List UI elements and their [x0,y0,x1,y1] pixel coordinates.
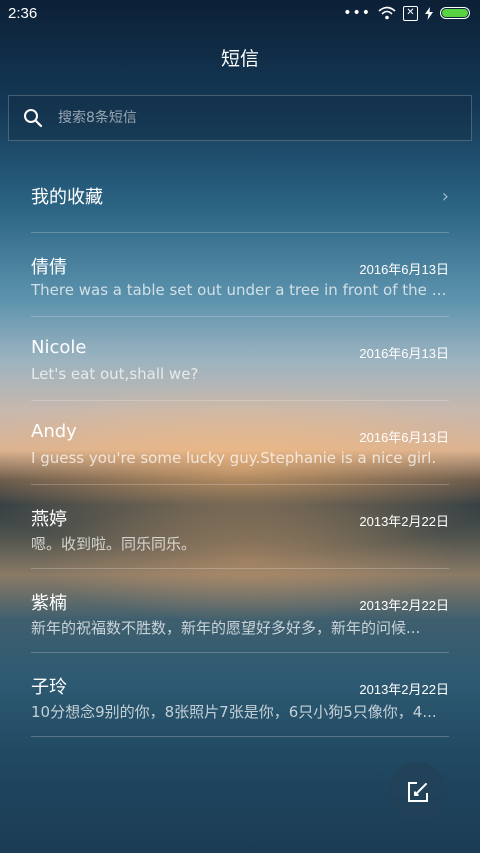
status-time: 2:36 [8,5,38,22]
thread-row[interactable]: 倩倩 2016年6月13日 There was a table set out … [31,233,449,317]
thread-name: Andy [31,421,77,442]
thread-row[interactable]: 燕婷 2013年2月22日 嗯。收到啦。同乐同乐。 [31,485,449,569]
thread-row[interactable]: 子玲 2013年2月22日 10分想念9别的你，8张照片7张是你，6只小狗5只像… [31,653,449,737]
thread-name: 燕婷 [31,509,67,530]
thread-date: 2016年6月13日 [359,346,449,361]
thread-date: 2013年2月22日 [359,514,449,529]
thread-name: Nicole [31,337,87,358]
thread-name: 倩倩 [31,257,67,278]
thread-name: 子玲 [31,677,67,698]
favorites-item[interactable]: 我的收藏 › [31,160,449,233]
thread-preview: Let's eat out,shall we? [31,365,199,383]
compose-icon [407,781,428,802]
thread-row[interactable]: Nicole 2016年6月13日 Let's eat out,shall we… [31,317,449,401]
search-icon [24,109,43,128]
favorites-label: 我的收藏 [31,187,103,208]
battery-fill [442,9,468,17]
search-bar[interactable] [8,95,472,141]
status-icons: ••• ✕ [343,5,470,21]
thread-row[interactable]: 紫楠 2013年2月22日 新年的祝福数不胜数，新年的愿望好多好多，新年的问候.… [31,569,449,653]
thread-preview: 10分想念9别的你，8张照片7张是你，6只小狗5只像你，4... [31,703,437,721]
thread-preview: There was a table set out under a tree i… [31,281,449,299]
thread-date: 2013年2月22日 [359,598,449,613]
thread-date: 2016年6月13日 [359,262,449,277]
thread-preview: 新年的祝福数不胜数，新年的愿望好多好多，新年的问候... [31,619,421,637]
no-sim-icon: ✕ [403,5,418,21]
thread-row[interactable]: Andy 2016年6月13日 I guess you're some luck… [31,401,449,485]
thread-date: 2016年6月13日 [359,430,449,445]
chevron-right-icon: › [441,186,449,207]
battery-icon [440,7,470,19]
compose-button[interactable] [388,762,447,821]
charging-icon [425,6,433,20]
wifi-icon [378,6,396,20]
page-title: 短信 [220,48,259,70]
thread-name: 紫楠 [31,593,67,614]
thread-list: 倩倩 2016年6月13日 There was a table set out … [31,233,449,737]
thread-preview: 嗯。收到啦。同乐同乐。 [31,535,197,553]
thread-date: 2013年2月22日 [359,682,449,697]
thread-preview: I guess you're some lucky guy.Stephanie … [31,449,437,467]
status-bar: 2:36 ••• ✕ [0,0,480,28]
signal-icon: ••• [343,5,371,21]
search-input[interactable] [56,109,440,127]
